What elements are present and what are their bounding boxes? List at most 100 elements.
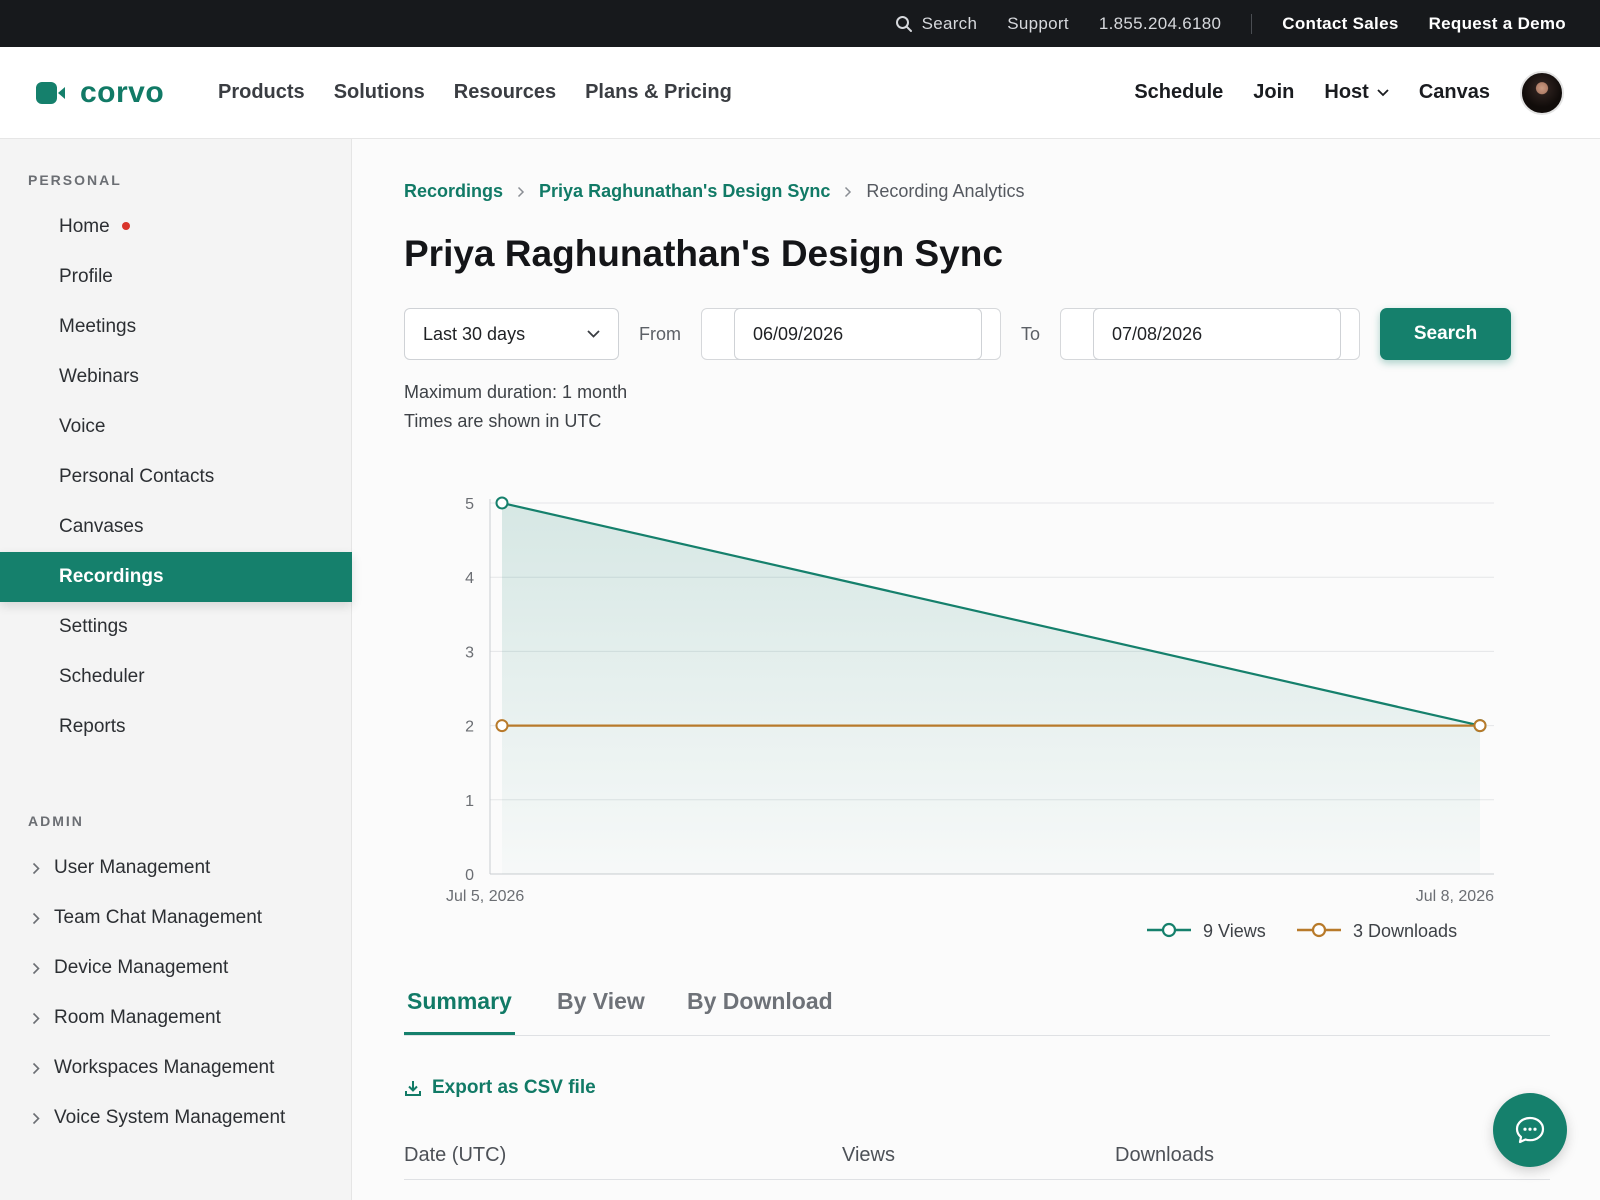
secondary-nav-links: Schedule Join Host Canvas <box>1104 70 1564 115</box>
sidebar-item-team-chat-management[interactable]: Team Chat Management <box>0 895 352 941</box>
chevron-right-icon <box>32 1062 40 1074</box>
tab-summary[interactable]: Summary <box>404 988 515 1035</box>
sidebar-item-voice[interactable]: Voice <box>0 402 352 452</box>
sidebar-item-webinars[interactable]: Webinars <box>0 352 352 402</box>
date-filters: Last 30 days From To Search <box>404 308 1512 360</box>
to-date-input[interactable] <box>1093 308 1342 360</box>
to-date-wrapper <box>1060 308 1361 360</box>
nav-join[interactable]: Join <box>1253 81 1294 104</box>
from-date-input[interactable] <box>734 308 982 360</box>
column-date[interactable]: Date (UTC) <box>404 1144 506 1167</box>
search-icon <box>895 15 912 32</box>
legend-marker <box>1311 922 1327 938</box>
export-csv-label: Export as CSV file <box>432 1077 596 1098</box>
sidebar-item-label: User Management <box>54 857 211 878</box>
breadcrumb: Recordings Priya Raghunathan's Design Sy… <box>404 181 1024 202</box>
date-range-select[interactable]: Last 30 days <box>404 308 619 360</box>
breadcrumb-meeting[interactable]: Priya Raghunathan's Design Sync <box>539 181 830 202</box>
legend-marker <box>1161 922 1177 938</box>
max-duration-note: Maximum duration: 1 month <box>404 382 628 402</box>
contact-sales-link[interactable]: Contact Sales <box>1282 14 1398 34</box>
to-label: To <box>1021 323 1041 344</box>
sidebar: PERSONAL Home Profile Meetings Webinars … <box>0 139 352 1200</box>
y-tick-label: 1 <box>465 793 474 810</box>
tab-by-view[interactable]: By View <box>554 988 648 1035</box>
brand-name: corvo <box>80 75 165 109</box>
page-title: Priya Raghunathan's Design Sync <box>404 233 1003 274</box>
phone-link[interactable]: 1.855.204.6180 <box>1099 14 1221 34</box>
sidebar-item-personal-contacts[interactable]: Personal Contacts <box>0 452 352 502</box>
column-views[interactable]: Views <box>842 1144 895 1167</box>
primary-nav-links: Products Solutions Resources Plans & Pri… <box>218 81 761 104</box>
sidebar-item-room-management[interactable]: Room Management <box>0 995 352 1041</box>
request-demo-link[interactable]: Request a Demo <box>1429 14 1566 34</box>
topbar-divider <box>1251 13 1253 34</box>
nav-products[interactable]: Products <box>218 81 305 104</box>
chevron-right-icon <box>32 912 40 924</box>
sidebar-item-reports[interactable]: Reports <box>0 702 352 752</box>
nav-plans-pricing[interactable]: Plans & Pricing <box>585 81 732 104</box>
export-csv-link[interactable]: Export as CSV file <box>404 1077 596 1099</box>
brand-logo[interactable]: corvo <box>36 76 218 110</box>
sidebar-item-label: Workspaces Management <box>54 1057 275 1078</box>
sidebar-personal-title: PERSONAL <box>28 172 122 188</box>
column-downloads[interactable]: Downloads <box>1115 1144 1214 1167</box>
series-area-fill <box>502 503 1480 874</box>
y-tick-label: 5 <box>465 496 474 513</box>
top-search-link[interactable]: Search <box>895 14 978 34</box>
chevron-down-icon <box>587 330 600 338</box>
chevron-right-icon <box>32 1012 40 1024</box>
nav-solutions[interactable]: Solutions <box>334 81 425 104</box>
sidebar-item-label: Room Management <box>54 1007 221 1028</box>
nav-resources[interactable]: Resources <box>454 81 556 104</box>
top-utility-bar: Search Support 1.855.204.6180 Contact Sa… <box>0 0 1600 47</box>
nav-canvas[interactable]: Canvas <box>1419 81 1490 104</box>
sidebar-item-meetings[interactable]: Meetings <box>0 302 352 352</box>
y-tick-label: 4 <box>465 570 474 587</box>
sidebar-item-user-management[interactable]: User Management <box>0 845 352 891</box>
data-point <box>495 719 509 733</box>
y-tick-label: 3 <box>465 644 474 661</box>
chat-bubble-icon <box>1515 1116 1545 1144</box>
sidebar-item-label: Home <box>59 216 110 237</box>
nav-schedule[interactable]: Schedule <box>1134 81 1223 104</box>
support-link[interactable]: Support <box>1007 14 1069 34</box>
nav-host-label: Host <box>1324 81 1369 103</box>
sidebar-item-label: Device Management <box>54 957 229 978</box>
nav-host-dropdown[interactable]: Host <box>1324 81 1389 104</box>
tab-by-download[interactable]: By Download <box>684 988 836 1035</box>
notification-dot <box>121 222 130 230</box>
sidebar-item-voice-system-management[interactable]: Voice System Management <box>0 1095 352 1141</box>
sidebar-item-workspaces-management[interactable]: Workspaces Management <box>0 1045 352 1091</box>
analytics-tabs: Summary By View By Download <box>404 988 1550 1036</box>
main-navigation: corvo Products Solutions Resources Plans… <box>0 47 1600 139</box>
search-button[interactable]: Search <box>1380 308 1512 360</box>
breadcrumb-recordings[interactable]: Recordings <box>404 181 503 202</box>
sidebar-item-scheduler[interactable]: Scheduler <box>0 652 352 702</box>
from-date-wrapper <box>701 308 1001 360</box>
data-point <box>495 496 509 510</box>
download-icon <box>405 1081 421 1096</box>
table-header: Date (UTC) Views Downloads <box>404 1134 1550 1180</box>
date-range-value: Last 30 days <box>423 323 526 344</box>
sidebar-item-canvases[interactable]: Canvases <box>0 502 352 552</box>
logo-camera-icon <box>36 81 66 104</box>
user-avatar[interactable] <box>1520 70 1564 115</box>
chevron-right-icon <box>32 1112 40 1124</box>
legend-label: 9 Views <box>1203 921 1266 941</box>
chevron-right-icon <box>32 862 40 874</box>
sidebar-item-settings[interactable]: Settings <box>0 602 352 652</box>
x-tick-label: Jul 5, 2026 <box>446 888 524 905</box>
y-tick-label: 0 <box>465 867 474 884</box>
sidebar-item-device-management[interactable]: Device Management <box>0 945 352 991</box>
sidebar-item-home[interactable]: Home <box>0 202 352 252</box>
sidebar-item-recordings[interactable]: Recordings <box>0 552 352 602</box>
line-chart-svg: 0 1 2 3 4 5 Jul 5, 2026 Jul 8, 2026 9 Views 3 Dow… <box>446 496 1494 941</box>
sidebar-item-profile[interactable]: Profile <box>0 252 352 302</box>
data-point <box>1473 719 1487 733</box>
timezone-note: Times are shown in UTC <box>404 411 602 431</box>
breadcrumb-current: Recording Analytics <box>866 181 1025 201</box>
chevron-right-icon <box>32 962 40 974</box>
chat-button[interactable] <box>1493 1093 1567 1167</box>
y-tick-label: 2 <box>465 719 474 736</box>
